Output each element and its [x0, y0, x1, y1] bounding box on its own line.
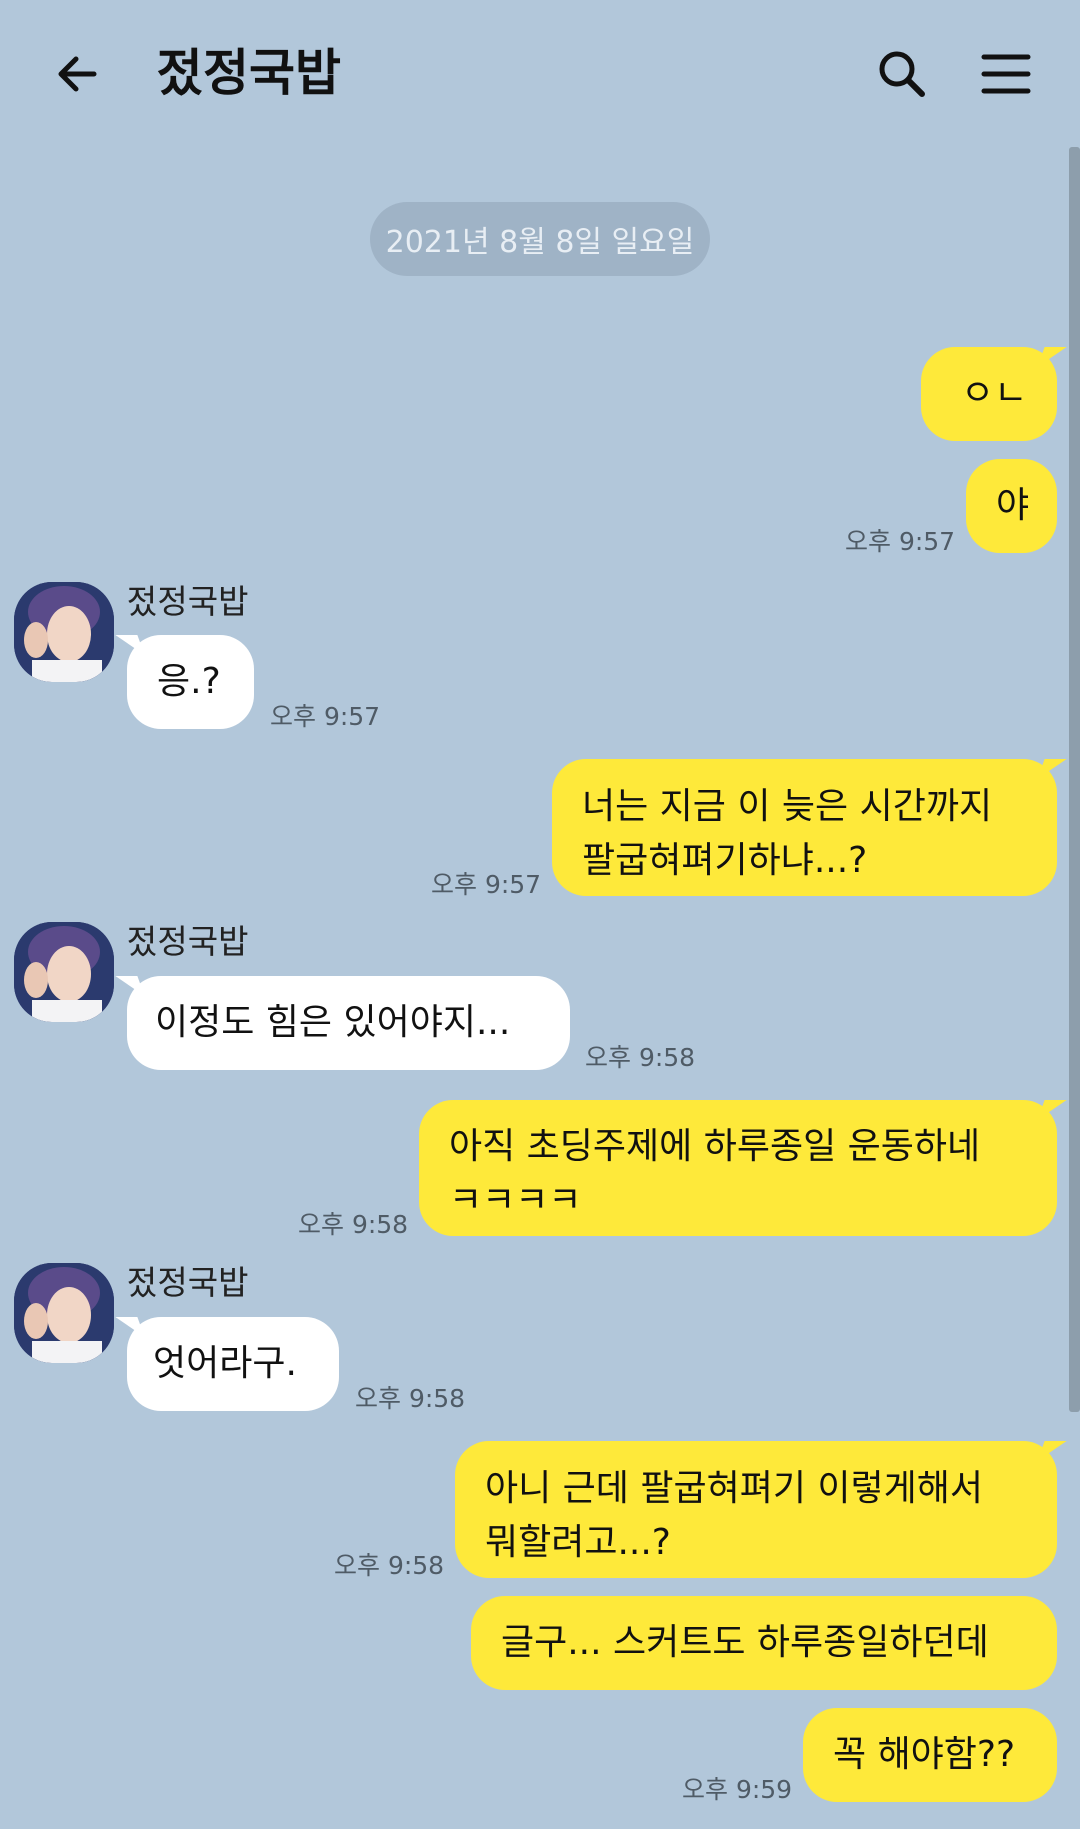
search-button[interactable] [872, 44, 932, 104]
message-time: 오후 9:58 [334, 1551, 445, 1580]
avatar[interactable] [14, 922, 114, 1022]
message-time: 오후 9:57 [270, 702, 381, 731]
avatar[interactable] [14, 1263, 114, 1363]
message-text: 꼭 해야함?? [833, 1734, 1016, 1775]
message-text: ㅇㄴ [961, 373, 1028, 414]
my-message-bubble[interactable]: 꼭 해야함?? [803, 1708, 1057, 1802]
message-text-line: 너는 지금 이 늦은 시간까지 [582, 786, 993, 827]
chat-title: 젔정국밥 [157, 44, 341, 102]
message-text-line: 뭐할려고...? [485, 1522, 671, 1563]
message-time: 오후 9:57 [845, 527, 956, 556]
message-time: 오후 9:59 [682, 1775, 793, 1804]
profile-photo-image [14, 922, 114, 1022]
my-message-bubble[interactable]: 너는 지금 이 늦은 시간까지 팔굽혀펴기하냐...? [552, 759, 1057, 896]
sender-name: 젔정국밥 [127, 582, 249, 621]
my-message-bubble[interactable]: 아직 초딩주제에 하루종일 운동하네 ㅋㅋㅋㅋ [419, 1100, 1057, 1236]
message-time: 오후 9:58 [298, 1210, 409, 1239]
message-text-line: ㅋㅋㅋㅋ [449, 1180, 582, 1221]
arrow-left-icon [58, 56, 97, 92]
profile-photo-image [14, 1263, 114, 1363]
message-text: 야 [996, 485, 1030, 526]
date-divider: 2021년 8월 8일 일요일 [370, 202, 710, 276]
my-message-bubble[interactable]: ㅇㄴ [921, 347, 1057, 441]
their-message-bubble[interactable]: 엇어라구. [127, 1317, 339, 1411]
sender-name: 젔정국밥 [127, 1263, 249, 1302]
my-message-bubble[interactable]: 야 [966, 459, 1057, 553]
my-message-bubble[interactable]: 아니 근데 팔굽혀펴기 이렇게해서 뭐할려고...? [455, 1441, 1057, 1578]
message-text: 이정도 힘은 있어야지... [155, 1002, 511, 1043]
menu-button[interactable] [976, 44, 1036, 104]
message-time: 오후 9:57 [431, 870, 542, 899]
back-button[interactable] [48, 44, 108, 104]
my-message-bubble[interactable]: 글구... 스커트도 하루종일하던데 [471, 1596, 1057, 1690]
their-message-bubble[interactable]: 이정도 힘은 있어야지... [127, 976, 570, 1070]
message-text: 글구... 스커트도 하루종일하던데 [501, 1622, 989, 1663]
their-message-bubble[interactable]: 응.? [127, 635, 254, 729]
message-text-line: 아직 초딩주제에 하루종일 운동하네 [449, 1126, 981, 1167]
avatar[interactable] [14, 582, 114, 682]
profile-photo-image [14, 582, 114, 682]
message-text: 엇어라구. [153, 1343, 297, 1384]
message-time: 오후 9:58 [355, 1384, 466, 1413]
message-text-line: 팔굽혀펴기하냐...? [582, 840, 868, 881]
hamburger-menu-icon [981, 54, 1031, 94]
message-time: 오후 9:58 [585, 1043, 696, 1072]
message-text-line: 아니 근데 팔굽혀펴기 이렇게해서 [485, 1468, 984, 1509]
scrollbar[interactable] [1069, 147, 1080, 1412]
chat-header: 젔정국밥 [0, 0, 1080, 150]
sender-name: 젔정국밥 [127, 922, 249, 961]
search-icon [879, 51, 925, 97]
message-text: 응.? [157, 661, 221, 702]
